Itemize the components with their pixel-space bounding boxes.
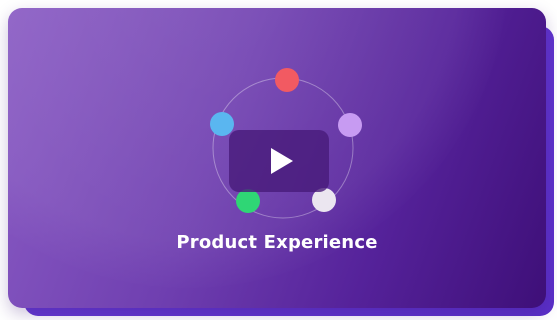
product-experience-widget: Product Experience xyxy=(0,0,557,320)
node-right xyxy=(338,113,362,137)
card-title: Product Experience xyxy=(176,232,378,253)
node-bottom-left xyxy=(236,189,260,213)
play-video-button[interactable] xyxy=(229,130,329,192)
product-experience-card[interactable]: Product Experience xyxy=(8,8,546,308)
play-icon xyxy=(270,148,293,174)
node-top xyxy=(275,68,299,92)
node-left xyxy=(210,112,234,136)
